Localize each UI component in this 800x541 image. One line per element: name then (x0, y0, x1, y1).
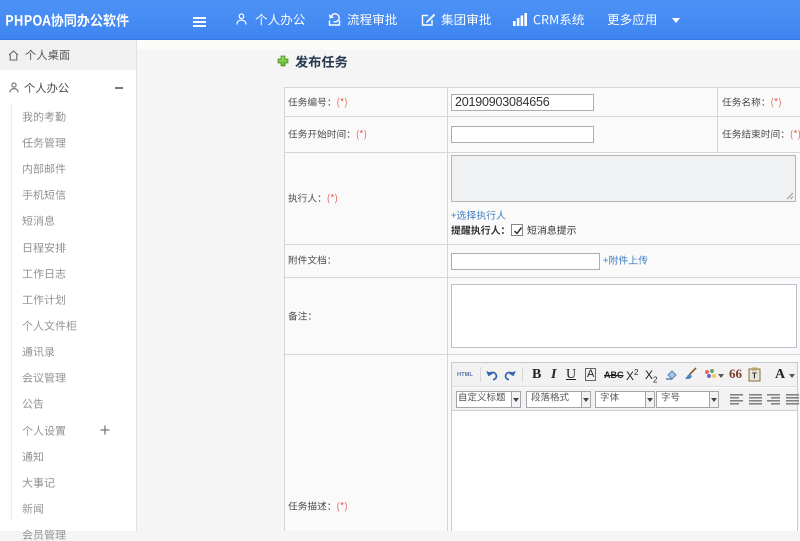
svg-text:T: T (752, 372, 757, 381)
